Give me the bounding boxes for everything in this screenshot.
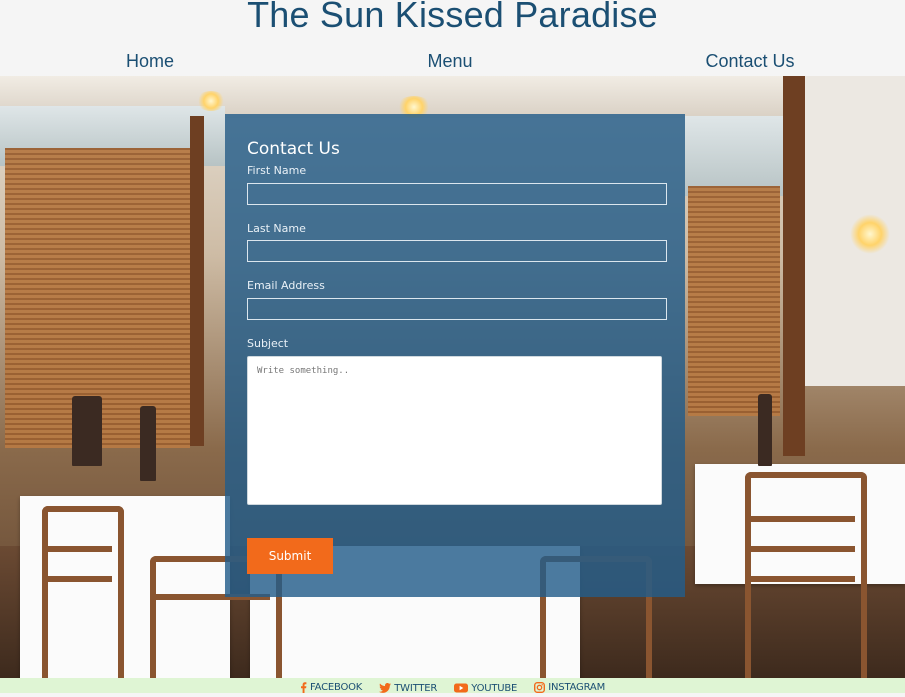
nav-item-home[interactable]: Home — [0, 51, 300, 72]
menu-stand — [72, 396, 102, 466]
site-footer: FACEBOOK TWITTER YOUTUBE INSTAGRAM — [0, 678, 905, 696]
wood-post — [190, 116, 204, 446]
email-label: Email Address — [247, 279, 325, 292]
window — [685, 116, 785, 196]
contact-form: Contact Us First Name Last Name Email Ad… — [225, 114, 685, 597]
last-name-input[interactable] — [247, 240, 667, 262]
facebook-icon — [300, 682, 307, 693]
bottle — [140, 406, 156, 481]
subject-label: Subject — [247, 337, 289, 350]
twitter-label: TWITTER — [394, 682, 438, 694]
chair-rail — [751, 576, 855, 582]
instagram-icon — [534, 682, 546, 693]
twitter-icon — [379, 683, 392, 693]
chair — [42, 506, 124, 678]
chair-rail — [751, 546, 855, 552]
chair-rail — [48, 546, 112, 552]
chair-rail — [751, 516, 855, 522]
email-input[interactable] — [247, 298, 667, 320]
main-nav: Home Menu Contact Us — [0, 51, 905, 73]
youtube-icon — [454, 683, 469, 693]
first-name-label: First Name — [247, 164, 307, 177]
wood-post — [783, 76, 805, 456]
youtube-label: YOUTUBE — [471, 682, 518, 694]
twitter-link[interactable]: TWITTER — [379, 681, 437, 696]
first-name-input[interactable] — [247, 183, 667, 205]
instagram-label: INSTAGRAM — [548, 682, 606, 693]
chair — [745, 472, 867, 678]
bottle — [758, 394, 772, 466]
window-blind — [688, 186, 780, 416]
contact-form-title: Contact Us — [247, 139, 340, 159]
facebook-label: FACEBOOK — [309, 682, 363, 693]
youtube-link[interactable]: YOUTUBE — [454, 681, 517, 696]
hero-background: Contact Us First Name Last Name Email Ad… — [0, 76, 905, 678]
last-name-label: Last Name — [247, 222, 306, 235]
chair-rail — [48, 576, 112, 582]
site-header: The Sun Kissed Paradise Home Menu Contac… — [0, 0, 905, 76]
ceiling-light — [196, 91, 226, 111]
site-title: The Sun Kissed Paradise — [247, 0, 658, 35]
nav-item-menu[interactable]: Menu — [300, 51, 600, 72]
nav-item-contact-us[interactable]: Contact Us — [600, 51, 900, 72]
wall-lamp — [850, 214, 890, 254]
submit-button[interactable]: Submit — [247, 538, 333, 574]
subject-textarea[interactable] — [247, 356, 662, 505]
